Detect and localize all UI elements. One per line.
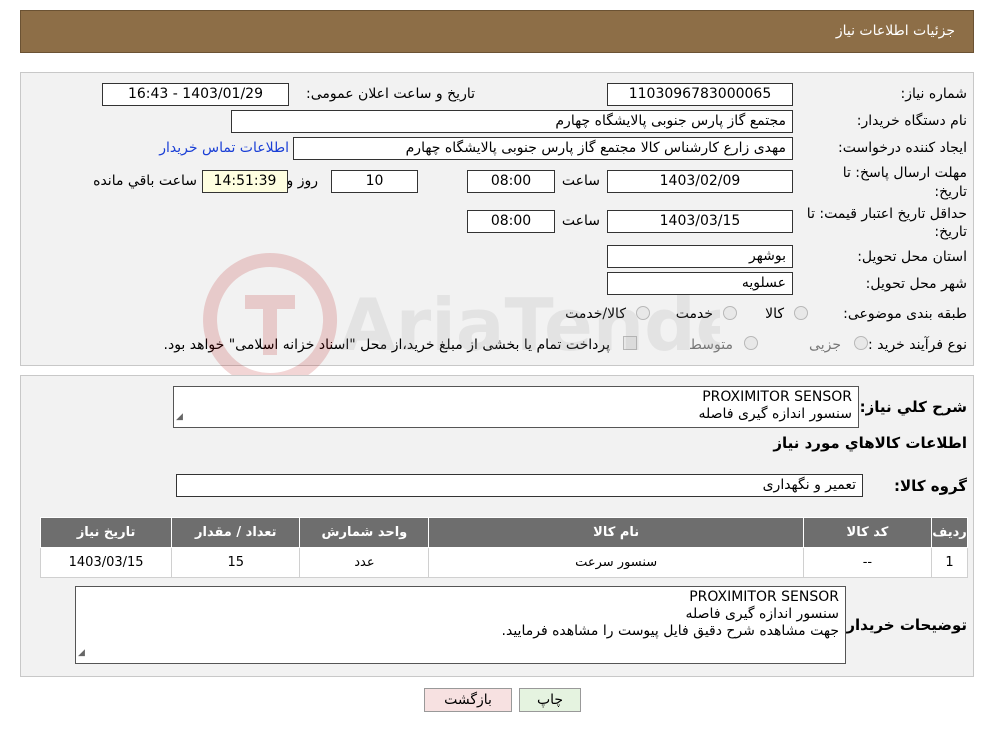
buyer-notes-line3: جهت مشاهده شرح دقیق فایل پیوست را مشاهده… — [501, 623, 839, 639]
resize-handle-icon[interactable]: ◢ — [78, 645, 85, 662]
category-radio-goods-service[interactable] — [636, 306, 650, 320]
buyer-notes-textarea[interactable]: PROXIMITOR SENSOR سنسور اندازه گیری فاصل… — [75, 586, 846, 664]
goods-group-label: گروه کالا: — [894, 477, 967, 495]
general-desc-textarea[interactable]: PROXIMITOR SENSOR سنسور اندازه گیری فاصل… — [173, 386, 859, 428]
resize-handle-icon[interactable]: ◢ — [176, 409, 183, 426]
back-button[interactable]: بازگشت — [424, 688, 512, 712]
general-desc-label: شرح کلي نياز: — [859, 398, 967, 416]
category-option-service: خدمت — [675, 306, 713, 322]
process-label: نوع فرآیند خرید : — [868, 337, 967, 353]
city-label: شهر محل تحویل: — [865, 276, 967, 292]
validity-date-field: 1403/03/15 — [607, 210, 793, 233]
payment-note: پرداخت تمام یا بخشی از مبلغ خرید،از محل … — [163, 337, 610, 353]
validity-label: حداقل تاریخ اعتبار قیمت: تا — [806, 206, 967, 222]
validity-time-label: ساعت — [561, 213, 600, 229]
province-label: استان محل تحویل: — [857, 249, 967, 265]
announce-label: تاریخ و ساعت اعلان عمومی: — [306, 86, 475, 102]
category-option-goods-service: کالا/خدمت — [565, 306, 626, 322]
cell-unit: عدد — [299, 547, 430, 578]
deadline-time-label: ساعت — [561, 173, 600, 189]
category-radio-goods[interactable] — [794, 306, 808, 320]
remaining-time-field: 14:51:39 — [202, 170, 288, 193]
process-option-medium: متوسط — [689, 337, 733, 353]
creator-label: ایجاد کننده درخواست: — [838, 140, 967, 156]
days-field: 10 — [331, 170, 418, 193]
buyer-notes-line1: PROXIMITOR SENSOR — [689, 589, 839, 605]
table-header-row: رديف کد کالا نام کالا واحد شمارش تعداد /… — [39, 517, 969, 548]
announce-datetime-field: 1403/01/29 - 16:43 — [102, 83, 289, 106]
days-label: روز و — [286, 173, 319, 189]
deadline-label: مهلت ارسال پاسخ: تا — [842, 165, 967, 181]
general-desc-line2: سنسور اندازه گیری فاصله — [698, 406, 852, 422]
remaining-time-label: ساعت باقي مانده — [93, 173, 197, 189]
page-header: جزئیات اطلاعات نیاز — [20, 10, 974, 53]
col-header-quantity: تعداد / مقدار — [171, 517, 301, 548]
deadline-date-field: 1403/02/09 — [607, 170, 793, 193]
need-number-label: شماره نیاز: — [900, 86, 968, 102]
cell-row-num: 1 — [930, 547, 969, 578]
process-option-minor: جزیی — [809, 337, 841, 353]
process-radio-minor[interactable] — [854, 336, 868, 350]
goods-table: رديف کد کالا نام کالا واحد شمارش تعداد /… — [39, 517, 969, 578]
col-header-name: نام کالا — [428, 517, 804, 548]
col-header-need-date: تاریخ نیاز — [39, 517, 173, 548]
cell-quantity: 15 — [171, 547, 301, 578]
validity-label-date: تاریخ: — [934, 224, 967, 240]
buyer-org-label: نام دستگاه خریدار: — [856, 113, 967, 129]
province-field: بوشهر — [607, 245, 793, 268]
cell-code: -- — [802, 547, 932, 578]
buyer-org-field: مجتمع گاز پارس جنوبی پالایشگاه چهارم — [231, 110, 793, 133]
deadline-label-date: تاریخ: — [934, 184, 967, 200]
category-label: طبقه بندی موضوعی: — [843, 306, 967, 322]
col-header-code: کد کالا — [802, 517, 932, 548]
treasury-checkbox[interactable] — [623, 336, 637, 350]
buyer-notes-line2: سنسور اندازه گیری فاصله — [685, 606, 839, 622]
creator-field: مهدی زارع کارشناس کالا مجتمع گاز پارس جن… — [293, 137, 793, 160]
category-radio-service[interactable] — [723, 306, 737, 320]
page-title: جزئیات اطلاعات نیاز — [835, 23, 955, 39]
validity-time-field: 08:00 — [467, 210, 555, 233]
buyer-contact-link[interactable]: اطلاعات تماس خریدار — [159, 140, 289, 156]
buyer-notes-label: توضیحات خریدار: — [840, 616, 967, 634]
goods-group-field: تعمیر و نگهداری — [176, 474, 863, 497]
general-desc-line1: PROXIMITOR SENSOR — [702, 389, 852, 405]
process-radio-medium[interactable] — [744, 336, 758, 350]
category-option-goods: کالا — [765, 306, 784, 322]
table-row: 1 -- سنسور سرعت عدد 15 1403/03/15 — [39, 547, 969, 578]
print-button[interactable]: چاپ — [519, 688, 581, 712]
deadline-time-field: 08:00 — [467, 170, 555, 193]
col-header-row-num: رديف — [930, 517, 969, 548]
cell-name: سنسور سرعت — [428, 547, 804, 578]
col-header-unit: واحد شمارش — [299, 517, 430, 548]
need-number-field: 1103096783000065 — [607, 83, 793, 106]
goods-info-title: اطلاعات کالاهاي مورد نياز — [773, 434, 967, 452]
cell-need-date: 1403/03/15 — [39, 547, 173, 578]
city-field: عسلویه — [607, 272, 793, 295]
